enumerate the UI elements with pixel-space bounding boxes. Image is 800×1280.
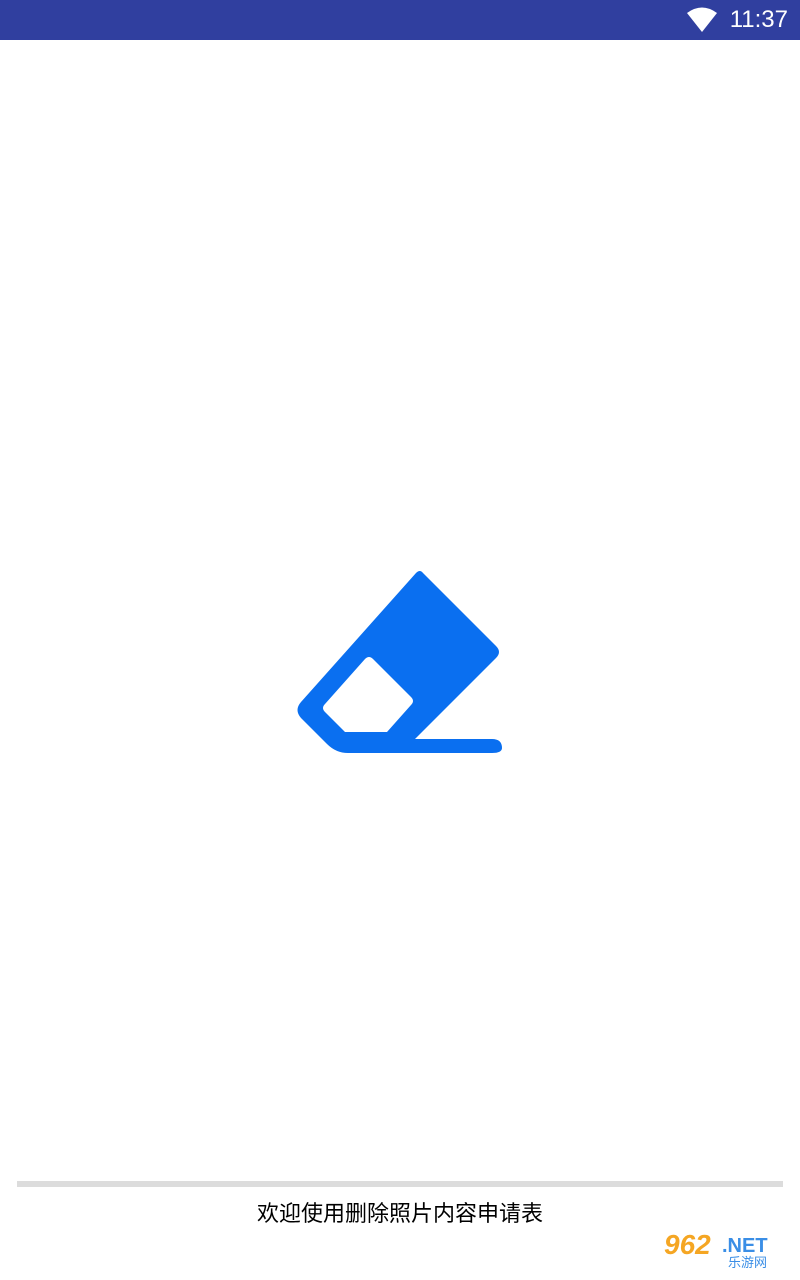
splash-screen: 11:37 欢迎使用删除照片内容申请表 962 .NET 乐游网 — [0, 0, 800, 1280]
watermark-suffix: .NET — [722, 1235, 768, 1257]
watermark-main: 962 — [664, 1229, 711, 1260]
splash-content: 欢迎使用删除照片内容申请表 — [0, 40, 800, 1280]
status-icons: 11:37 — [686, 0, 788, 40]
watermark-sub: 乐游网 — [728, 1256, 768, 1271]
status-time: 11:37 — [729, 6, 788, 33]
site-watermark: 962 .NET 乐游网 — [656, 1230, 792, 1274]
status-bar: 11:37 — [0, 0, 800, 40]
welcome-text: 欢迎使用删除照片内容申请表 — [256, 1202, 543, 1227]
wifi-icon — [686, 7, 717, 32]
loading-progress-bar — [17, 1181, 783, 1187]
eraser-icon — [297, 571, 502, 753]
